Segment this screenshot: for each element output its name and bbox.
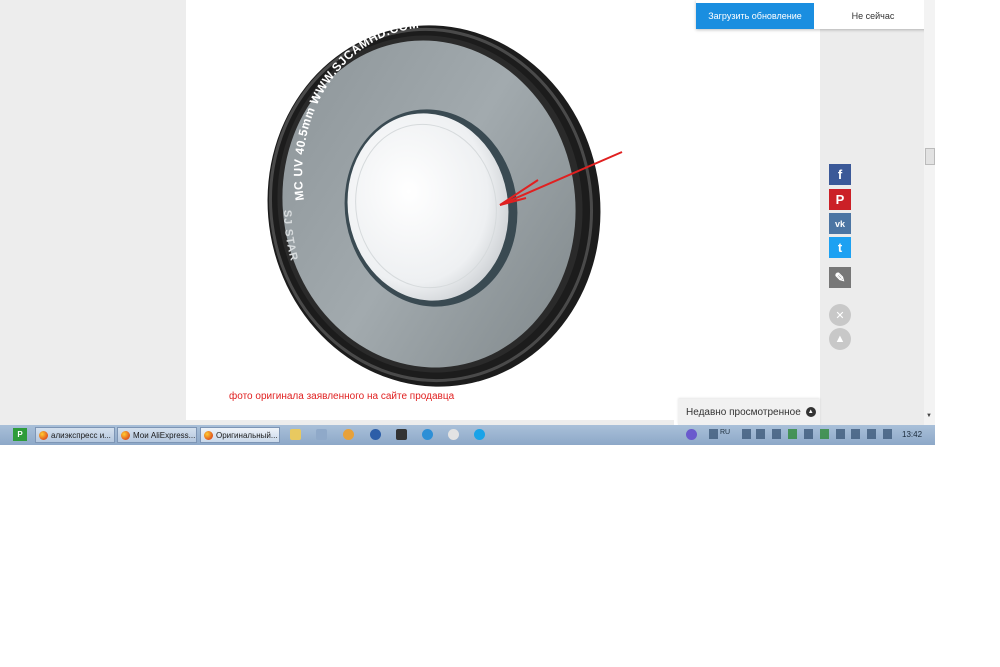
- filter-ring-photo: MC UV 40.5mm WWW.SJCAMHD.COM SJ STAR: [264, 17, 623, 390]
- vk-share-button[interactable]: vk: [829, 213, 851, 234]
- network-icon[interactable]: [867, 429, 876, 439]
- app-icon[interactable]: [396, 429, 407, 440]
- not-now-button[interactable]: Не сейчас: [814, 3, 932, 29]
- keyboard-icon[interactable]: [709, 429, 718, 439]
- start-icon[interactable]: P: [13, 428, 27, 441]
- facebook-icon: f: [837, 167, 843, 182]
- chevron-up-icon: ▲: [834, 333, 846, 345]
- tray-icon[interactable]: [756, 429, 765, 439]
- close-icon: ✕: [835, 309, 845, 322]
- facebook-share-button[interactable]: f: [829, 164, 851, 185]
- update-button[interactable]: Загрузить обновление: [696, 3, 814, 29]
- folder-icon[interactable]: [290, 429, 301, 440]
- taskbar-item-label: Оригинальный...: [216, 430, 278, 440]
- scroll-down-arrow-icon[interactable]: ▼: [926, 413, 932, 419]
- chevron-up-icon: ▲: [805, 407, 816, 417]
- yandex-browser-icon[interactable]: [448, 429, 459, 440]
- screen: MC UV 40.5mm WWW.SJCAMHD.COM SJ STAR фот…: [0, 0, 935, 445]
- taskbar-item-label: алиэкспресс и...: [51, 430, 111, 440]
- pencil-icon: ✎: [834, 269, 846, 285]
- tray-icon[interactable]: [820, 429, 829, 439]
- app-icon[interactable]: [316, 429, 327, 440]
- close-button[interactable]: ✕: [829, 304, 851, 326]
- product-photo-area: MC UV 40.5mm WWW.SJCAMHD.COM SJ STAR фот…: [186, 0, 674, 420]
- scroll-up-button[interactable]: ▲: [829, 328, 851, 350]
- twitter-share-button[interactable]: t: [829, 237, 851, 258]
- firefox-icon: [204, 430, 213, 440]
- firefox-icon: [39, 430, 48, 440]
- tray-icon[interactable]: [804, 429, 813, 439]
- side-column: [674, 0, 820, 425]
- twitter-icon: t: [837, 240, 843, 255]
- tray-app-icon[interactable]: [686, 429, 697, 440]
- scrollbar-thumb[interactable]: [925, 148, 935, 165]
- recently-viewed-label: Недавно просмотренное: [686, 406, 801, 418]
- taskbar-item[interactable]: алиэкспресс и...: [35, 427, 115, 443]
- tray-icon[interactable]: [851, 429, 860, 439]
- recently-viewed-bar[interactable]: Недавно просмотренное ▲: [678, 399, 820, 425]
- left-pane: [0, 0, 176, 425]
- update-notification: Загрузить обновление Не сейчас: [696, 0, 934, 29]
- firefox-icon: [121, 430, 130, 440]
- language-indicator[interactable]: RU: [720, 429, 730, 436]
- taskbar-item[interactable]: Мои AliExpress...: [117, 427, 197, 443]
- taskbar-item-label: Мои AliExpress...: [133, 430, 196, 440]
- volume-icon[interactable]: [883, 429, 892, 439]
- tray-icon[interactable]: [836, 429, 845, 439]
- vk-icon: vk: [834, 218, 845, 229]
- clock[interactable]: 13:42: [902, 430, 922, 439]
- app-icon[interactable]: [422, 429, 433, 440]
- pinterest-icon: P: [835, 192, 845, 207]
- tray-icon[interactable]: [788, 429, 797, 439]
- pinterest-share-button[interactable]: P: [829, 189, 851, 210]
- taskbar-item-active[interactable]: Оригинальный...: [200, 427, 280, 443]
- tray-icon[interactable]: [772, 429, 781, 439]
- photo-caption: фото оригинала заявленного на сайте прод…: [229, 391, 455, 402]
- edit-button[interactable]: ✎: [829, 267, 851, 288]
- skype-icon[interactable]: [474, 429, 485, 440]
- media-player-icon[interactable]: [343, 429, 354, 440]
- page-scrollbar[interactable]: ▼: [924, 0, 935, 425]
- tray-icon[interactable]: [742, 429, 751, 439]
- bluetooth-icon[interactable]: [370, 429, 381, 440]
- taskbar: P алиэкспресс и... Мои AliExpress... Ори…: [0, 425, 935, 445]
